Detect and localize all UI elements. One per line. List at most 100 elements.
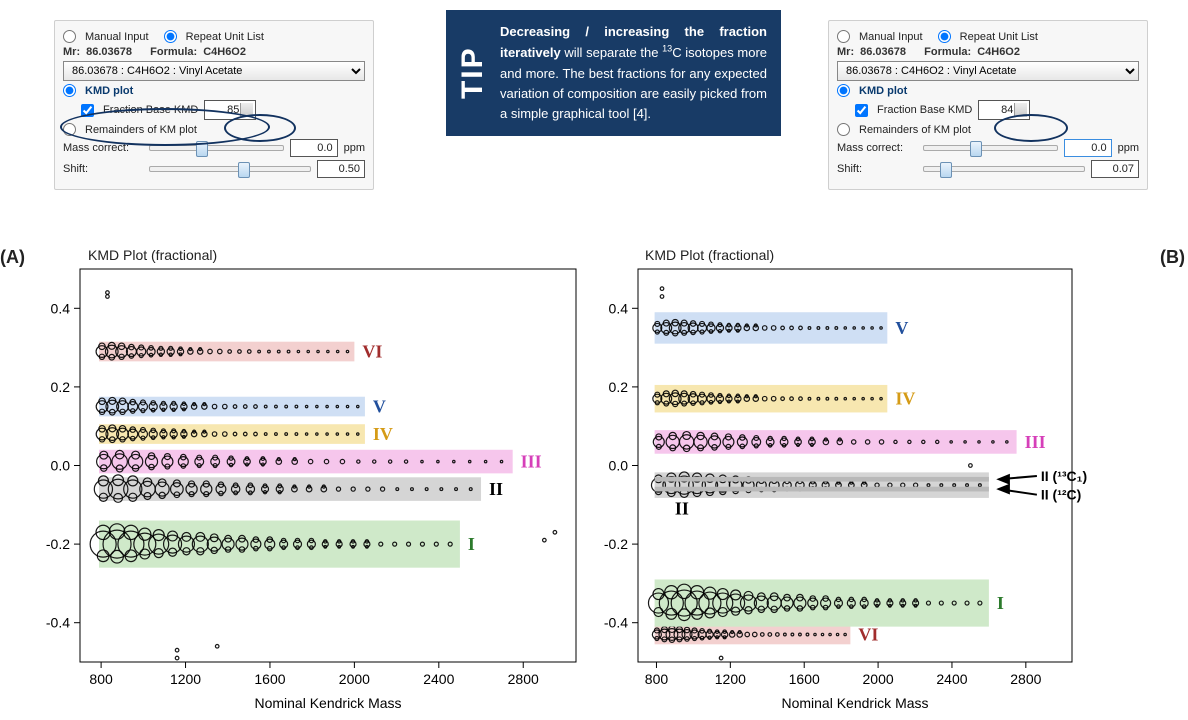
plot-b-title: KMD Plot (fractional): [645, 247, 774, 263]
svg-text:1200: 1200: [715, 671, 746, 687]
remainders-label: Remainders of KM plot: [859, 124, 971, 136]
svg-text:-0.2: -0.2: [604, 536, 628, 552]
fraction-checkbox[interactable]: [855, 104, 868, 117]
panel-a: Manual Input Repeat Unit List Mr: 86.036…: [54, 20, 374, 190]
shift-slider[interactable]: [923, 166, 1085, 172]
formula-value: C4H6O2: [977, 46, 1020, 58]
unit-dropdown-row: 86.03678 : C4H6O2 : Vinyl Acetate: [63, 61, 365, 81]
svg-text:2800: 2800: [508, 671, 539, 687]
svg-text:1600: 1600: [789, 671, 820, 687]
svg-text:VI: VI: [362, 342, 382, 362]
formula-label: Formula:: [924, 46, 971, 58]
ppm-label: ppm: [344, 142, 365, 154]
svg-text:III: III: [1025, 432, 1046, 452]
panel-b: Manual Input Repeat Unit List Mr: 86.036…: [828, 20, 1148, 190]
tip-t1: will separate the: [561, 45, 662, 60]
svg-text:0.0: 0.0: [609, 458, 629, 474]
manual-input-radio[interactable]: [63, 30, 76, 43]
kmd-plot-radio[interactable]: [63, 84, 76, 97]
svg-text:1600: 1600: [254, 671, 285, 687]
svg-text:-0.4: -0.4: [604, 615, 628, 631]
mr-label: Mr:: [63, 46, 80, 58]
svg-text:2000: 2000: [339, 671, 370, 687]
svg-text:I: I: [997, 593, 1004, 613]
svg-text:-0.2: -0.2: [46, 536, 70, 552]
plot-a-title: KMD Plot (fractional): [88, 247, 217, 263]
fraction-label: Fraction Base KMD: [877, 104, 972, 116]
remainders-radio[interactable]: [63, 123, 76, 136]
formula-label: Formula:: [150, 46, 197, 58]
fraction-row: Fraction Base KMD 85: [63, 100, 365, 120]
svg-text:Nominal Kendrick Mass: Nominal Kendrick Mass: [781, 695, 928, 711]
shift-label: Shift:: [837, 163, 917, 175]
manual-input-label: Manual Input: [85, 31, 149, 43]
fraction-row: Fraction Base KMD 84: [837, 100, 1139, 120]
fraction-spin[interactable]: 85: [204, 100, 256, 120]
remainders-row: Remainders of KM plot: [63, 123, 365, 136]
plot-b: 80012001600200024002800-0.4-0.20.00.20.4…: [582, 263, 1162, 718]
tip-box: TIP Decreasing / increasing the fraction…: [446, 10, 781, 136]
svg-text:0.2: 0.2: [51, 379, 71, 395]
label-a: (A): [0, 247, 25, 268]
shift-row: Shift: 0.50: [63, 160, 365, 178]
mass-label: Mass correct:: [837, 142, 917, 154]
svg-text:2400: 2400: [936, 671, 967, 687]
repeat-unit-radio[interactable]: [938, 30, 951, 43]
manual-input-radio[interactable]: [837, 30, 850, 43]
mr-value: 86.03678: [860, 46, 906, 58]
kmd-plot-row: KMD plot: [837, 84, 1139, 97]
unit-dropdown[interactable]: 86.03678 : C4H6O2 : Vinyl Acetate: [63, 61, 365, 81]
mass-label: Mass correct:: [63, 142, 143, 154]
svg-text:IV: IV: [373, 424, 393, 444]
fraction-spin[interactable]: 84: [978, 100, 1030, 120]
shift-slider[interactable]: [149, 166, 311, 172]
formula-value: C4H6O2: [203, 46, 246, 58]
mass-value[interactable]: 0.0: [290, 139, 338, 157]
mr-value: 86.03678: [86, 46, 132, 58]
mass-slider[interactable]: [149, 145, 284, 151]
shift-value[interactable]: 0.07: [1091, 160, 1139, 178]
svg-text:II (¹³C₁): II (¹³C₁): [1041, 468, 1087, 484]
unit-dropdown[interactable]: 86.03678 : C4H6O2 : Vinyl Acetate: [837, 61, 1139, 81]
svg-text:800: 800: [645, 671, 669, 687]
svg-text:Nominal Kendrick Mass: Nominal Kendrick Mass: [254, 695, 401, 711]
svg-text:V: V: [373, 397, 386, 417]
manual-input-label: Manual Input: [859, 31, 923, 43]
svg-text:V: V: [895, 318, 908, 338]
label-b: (B): [1160, 247, 1185, 268]
mr-label: Mr:: [837, 46, 854, 58]
svg-text:II (¹²C): II (¹²C): [1041, 487, 1081, 503]
repeat-unit-label: Repeat Unit List: [960, 31, 1038, 43]
input-mode-row: Manual Input Repeat Unit List: [63, 30, 365, 43]
fraction-checkbox[interactable]: [81, 104, 94, 117]
mr-row: Mr: 86.03678 Formula: C4H6O2: [63, 46, 365, 58]
repeat-unit-radio[interactable]: [164, 30, 177, 43]
remainders-radio[interactable]: [837, 123, 850, 136]
tip-text: Decreasing / increasing the fraction ite…: [500, 24, 767, 121]
svg-text:0.4: 0.4: [609, 300, 629, 316]
mass-row: Mass correct: 0.0 ppm: [63, 139, 365, 157]
svg-text:2400: 2400: [423, 671, 454, 687]
shift-label: Shift:: [63, 163, 143, 175]
svg-text:800: 800: [89, 671, 113, 687]
kmd-plot-label: KMD plot: [85, 85, 133, 97]
mass-slider[interactable]: [923, 145, 1058, 151]
ppm-label: ppm: [1118, 142, 1139, 154]
kmd-plot-row: KMD plot: [63, 84, 365, 97]
svg-text:-0.4: -0.4: [46, 615, 70, 631]
unit-dropdown-row: 86.03678 : C4H6O2 : Vinyl Acetate: [837, 61, 1139, 81]
tip-sup: 13: [662, 44, 672, 54]
mass-value[interactable]: 0.0: [1064, 139, 1112, 157]
svg-text:0.4: 0.4: [51, 300, 71, 316]
remainders-label: Remainders of KM plot: [85, 124, 197, 136]
shift-value[interactable]: 0.50: [317, 160, 365, 178]
shift-row: Shift: 0.07: [837, 160, 1139, 178]
svg-text:0.0: 0.0: [51, 458, 71, 474]
tip-label: TIP: [454, 10, 492, 136]
plot-a: 800 1200 1600 2000 2400 2800 -0.4 -0.2 0.0 0.2 0.4…: [24, 263, 594, 718]
kmd-plot-radio[interactable]: [837, 84, 850, 97]
svg-text:1200: 1200: [170, 671, 201, 687]
fraction-label: Fraction Base KMD: [103, 104, 198, 116]
svg-text:III: III: [521, 452, 542, 472]
input-mode-row: Manual Input Repeat Unit List: [837, 30, 1139, 43]
